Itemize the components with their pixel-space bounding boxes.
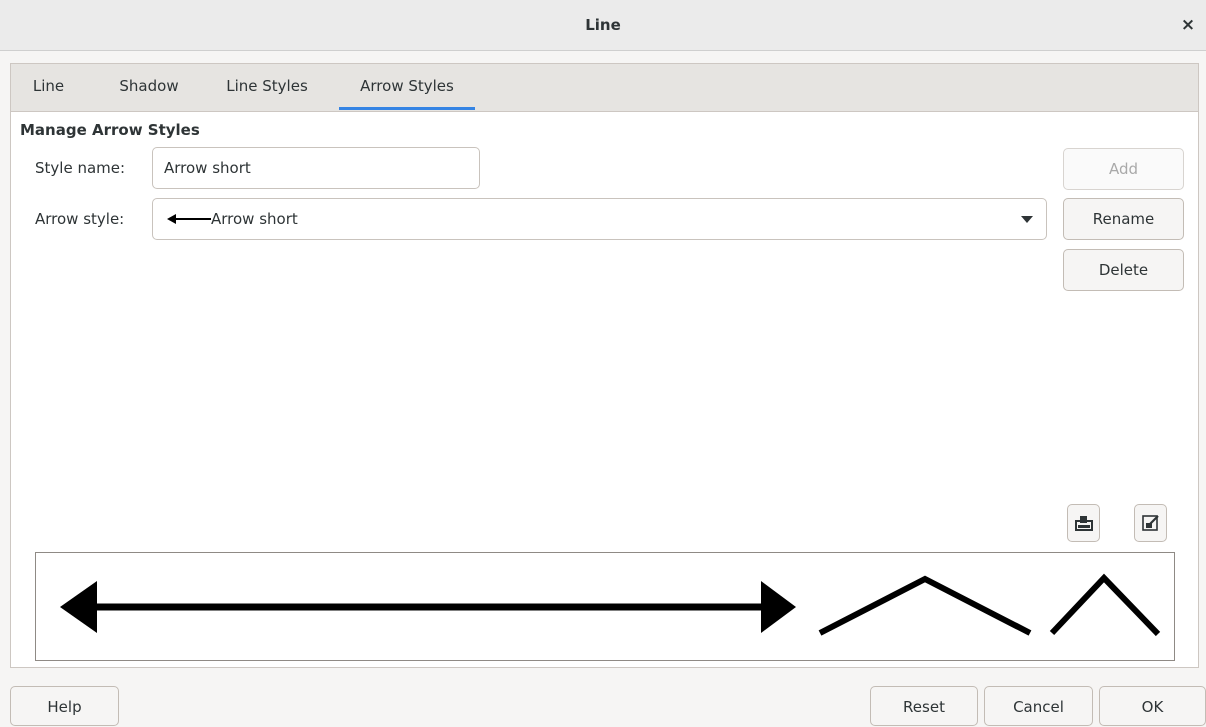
- tab-bar: Line Shadow Line Styles Arrow Styles: [11, 64, 1198, 112]
- save-arrow-styles-button[interactable]: [1134, 504, 1167, 542]
- load-arrow-styles-button[interactable]: [1067, 504, 1100, 542]
- cancel-button[interactable]: Cancel: [984, 686, 1093, 726]
- title-bar: Line ×: [0, 0, 1206, 51]
- style-name-label: Style name:: [35, 159, 126, 177]
- tab-line[interactable]: Line: [21, 64, 76, 110]
- add-button[interactable]: Add: [1063, 148, 1184, 190]
- load-arrow-styles-icon: [1075, 516, 1093, 531]
- arrow-preview-drawing: [60, 573, 1161, 637]
- dialog-content: Line Shadow Line Styles Arrow Styles Man…: [10, 63, 1199, 668]
- tab-arrow-styles[interactable]: Arrow Styles: [339, 64, 475, 110]
- preview-arrowhead-right: [761, 581, 796, 633]
- section-title: Manage Arrow Styles: [20, 121, 200, 139]
- preview-chevron-small: [1049, 573, 1161, 637]
- close-icon[interactable]: ×: [1176, 13, 1200, 37]
- tab-line-styles[interactable]: Line Styles: [209, 64, 325, 110]
- save-arrow-styles-icon: [1142, 515, 1159, 531]
- style-name-field[interactable]: Arrow short: [152, 147, 480, 189]
- delete-button[interactable]: Delete: [1063, 249, 1184, 291]
- tab-shadow[interactable]: Shadow: [104, 64, 194, 110]
- window-title: Line: [585, 16, 621, 34]
- arrow-preview-area: [35, 552, 1175, 661]
- arrow-style-label: Arrow style:: [35, 210, 125, 228]
- arrow-style-dropdown[interactable]: Arrow short: [152, 198, 1047, 240]
- help-button[interactable]: Help: [10, 686, 119, 726]
- chevron-down-icon: [1021, 216, 1033, 223]
- reset-button[interactable]: Reset: [870, 686, 978, 726]
- preview-chevron-large: [818, 575, 1032, 636]
- rename-button[interactable]: Rename: [1063, 198, 1184, 240]
- ok-button[interactable]: OK: [1099, 686, 1206, 726]
- preview-arrowhead-left: [60, 581, 97, 633]
- arrow-short-preview-icon: [167, 214, 211, 224]
- arrow-style-selected: Arrow short: [211, 210, 298, 228]
